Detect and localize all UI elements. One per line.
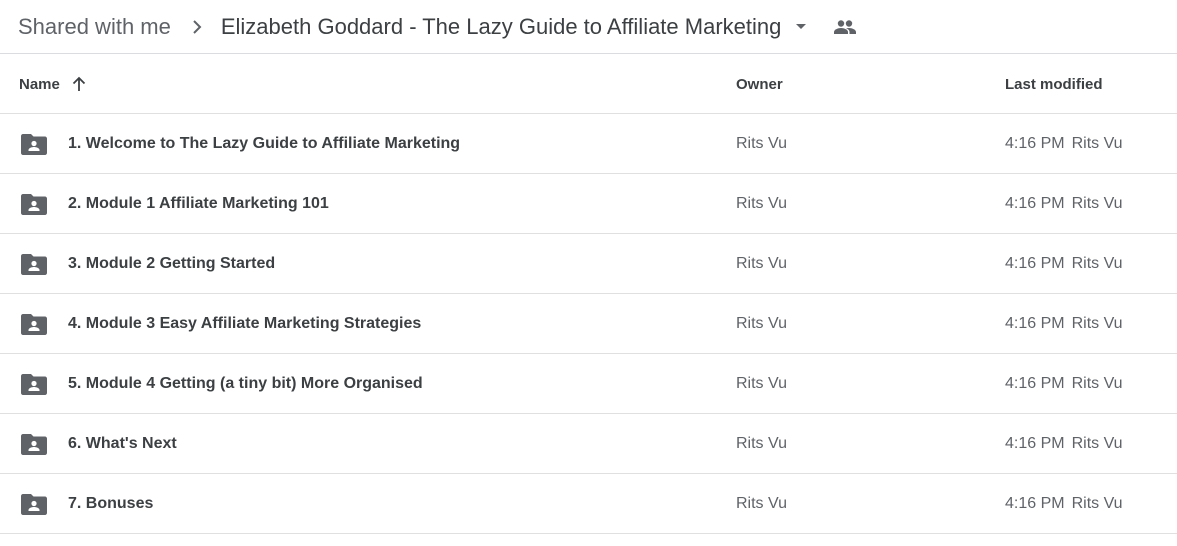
caret-down-icon[interactable] <box>789 15 813 39</box>
column-header-name-label: Name <box>19 75 60 93</box>
breadcrumb-shared-with-me[interactable]: Shared with me <box>18 14 171 40</box>
file-modified-time: 4:16 PM <box>1005 495 1065 512</box>
file-owner: Rits Vu <box>736 375 787 392</box>
file-last-modified: 4:16 PM Rits Vu <box>1005 474 1123 534</box>
file-name: 7. Bonuses <box>68 495 154 512</box>
file-last-modified: 4:16 PM Rits Vu <box>1005 354 1123 414</box>
file-modified-by: Rits Vu <box>1071 255 1123 272</box>
shared-folder-icon <box>21 294 47 354</box>
file-modified-by: Rits Vu <box>1071 435 1123 452</box>
file-modified-by: Rits Vu <box>1071 495 1123 512</box>
file-modified-time: 4:16 PM <box>1005 255 1065 272</box>
file-row[interactable]: 4. Module 3 Easy Affiliate Marketing Str… <box>0 294 1177 354</box>
file-name: 6. What's Next <box>68 435 177 452</box>
file-row[interactable]: 1. Welcome to The Lazy Guide to Affiliat… <box>0 114 1177 174</box>
file-modified-time: 4:16 PM <box>1005 315 1065 332</box>
file-modified-by: Rits Vu <box>1071 315 1123 332</box>
file-modified-by: Rits Vu <box>1071 195 1123 212</box>
file-row[interactable]: 2. Module 1 Affiliate Marketing 101 Rits… <box>0 174 1177 234</box>
file-modified-time: 4:16 PM <box>1005 195 1065 212</box>
file-modified-by: Rits Vu <box>1071 375 1123 392</box>
file-last-modified: 4:16 PM Rits Vu <box>1005 234 1123 294</box>
file-last-modified: 4:16 PM Rits Vu <box>1005 294 1123 354</box>
file-row[interactable]: 5. Module 4 Getting (a tiny bit) More Or… <box>0 354 1177 414</box>
file-row[interactable]: 7. Bonuses Rits Vu 4:16 PM Rits Vu <box>0 474 1177 534</box>
column-header-owner[interactable]: Owner <box>736 54 783 114</box>
file-modified-time: 4:16 PM <box>1005 135 1065 152</box>
shared-folder-icon <box>21 414 47 474</box>
file-name: 4. Module 3 Easy Affiliate Marketing Str… <box>68 315 422 332</box>
file-row[interactable]: 6. What's Next Rits Vu 4:16 PM Rits Vu <box>0 414 1177 474</box>
breadcrumb: Shared with me Elizabeth Goddard - The L… <box>0 0 1177 54</box>
column-header-last-modified[interactable]: Last modified <box>1005 54 1103 114</box>
file-last-modified: 4:16 PM Rits Vu <box>1005 174 1123 234</box>
breadcrumb-current-folder[interactable]: Elizabeth Goddard - The Lazy Guide to Af… <box>221 14 782 40</box>
shared-folder-icon <box>21 114 47 174</box>
arrow-up-icon[interactable] <box>72 76 86 92</box>
file-name: 2. Module 1 Affiliate Marketing 101 <box>68 195 329 212</box>
column-header-row: Name Owner Last modified <box>0 54 1177 114</box>
file-last-modified: 4:16 PM Rits Vu <box>1005 114 1123 174</box>
file-modified-time: 4:16 PM <box>1005 375 1065 392</box>
column-header-name[interactable]: Name <box>19 54 86 114</box>
people-icon[interactable] <box>833 15 857 39</box>
file-modified-by: Rits Vu <box>1071 135 1123 152</box>
shared-folder-icon <box>21 174 47 234</box>
file-owner: Rits Vu <box>736 135 787 152</box>
file-name: 5. Module 4 Getting (a tiny bit) More Or… <box>68 375 423 392</box>
file-last-modified: 4:16 PM Rits Vu <box>1005 414 1123 474</box>
shared-folder-icon <box>21 474 47 534</box>
chevron-right-icon <box>187 17 207 37</box>
file-name: 3. Module 2 Getting Started <box>68 255 276 272</box>
file-modified-time: 4:16 PM <box>1005 435 1065 452</box>
file-owner: Rits Vu <box>736 255 787 272</box>
shared-folder-icon <box>21 234 47 294</box>
file-owner: Rits Vu <box>736 315 787 332</box>
file-owner: Rits Vu <box>736 495 787 512</box>
file-list: 1. Welcome to The Lazy Guide to Affiliat… <box>0 114 1177 534</box>
shared-folder-icon <box>21 354 47 414</box>
file-owner: Rits Vu <box>736 435 787 452</box>
file-owner: Rits Vu <box>736 195 787 212</box>
file-row[interactable]: 3. Module 2 Getting Started Rits Vu 4:16… <box>0 234 1177 294</box>
file-name: 1. Welcome to The Lazy Guide to Affiliat… <box>68 135 461 152</box>
